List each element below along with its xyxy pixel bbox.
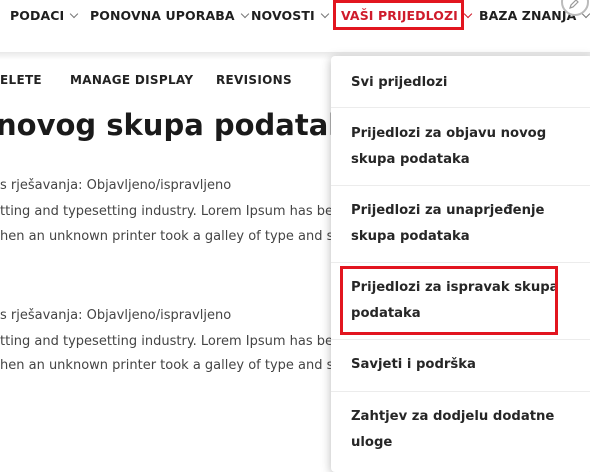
nav-item-ponovna-uporaba[interactable]: PONOVNA UPORABA — [90, 8, 249, 23]
menu-item-objava-novog-skupa[interactable]: Prijedlozi za objavu novog skupa podatak… — [351, 121, 583, 173]
suggestions-dropdown-menu: Svi prijedlozi Prijedlozi za objavu novo… — [331, 56, 590, 472]
menu-item-savjeti-i-podrska[interactable]: Savjeti i podrška — [351, 352, 583, 378]
body-text-line: tting and typesetting industry. Lorem Ip… — [0, 204, 341, 219]
nav-item-label: BAZA ZNANJA — [479, 8, 577, 23]
menu-item-zahtjev-uloge[interactable]: Zahtjev za dodjelu dodatne uloge — [351, 404, 583, 456]
nav-item-label: NOVOSTI — [251, 8, 315, 23]
body-text-line: hen an unknown printer took a galley of … — [0, 229, 341, 244]
nav-highlight-box — [333, 0, 464, 30]
tab-delete[interactable]: ELETE — [0, 73, 42, 87]
menu-divider — [331, 391, 590, 392]
tab-revisions[interactable]: REVISIONS — [216, 73, 292, 87]
menu-divider — [331, 185, 590, 186]
chevron-down-icon — [463, 9, 473, 18]
chevron-down-icon — [70, 9, 79, 18]
nav-item-label: PODACI — [10, 8, 65, 23]
page-title: novog skupa podataka — [0, 108, 368, 142]
menu-item-unaprjedenje-skupa[interactable]: Prijedlozi za unaprjeđenje skupa podatak… — [351, 198, 583, 250]
chevron-down-icon — [320, 9, 329, 18]
nav-item-podaci[interactable]: PODACI — [10, 8, 79, 23]
body-text-line: tting and typesetting industry. Lorem Ip… — [0, 334, 341, 349]
menu-highlight-box — [340, 266, 558, 335]
tab-manage-display[interactable]: MANAGE DISPLAY — [70, 73, 193, 87]
status-line: s rješavanja: Objavljeno/ispravljeno — [0, 178, 232, 193]
nav-item-label: PONOVNA UPORABA — [90, 8, 235, 23]
status-line: s rješavanja: Objavljeno/ispravljeno — [0, 308, 232, 323]
menu-divider — [331, 107, 590, 108]
main-navigation: PODACI PONOVNA UPORABA NOVOSTI VAŠI PRIJ… — [0, 0, 590, 34]
menu-item-svi-prijedlozi[interactable]: Svi prijedlozi — [351, 70, 583, 96]
pencil-icon — [569, 0, 579, 9]
nav-item-novosti[interactable]: NOVOSTI — [251, 8, 329, 23]
body-text-line: hen an unknown printer took a galley of … — [0, 358, 341, 373]
chevron-down-icon — [240, 9, 249, 18]
menu-divider — [331, 339, 590, 340]
menu-divider — [331, 262, 590, 263]
